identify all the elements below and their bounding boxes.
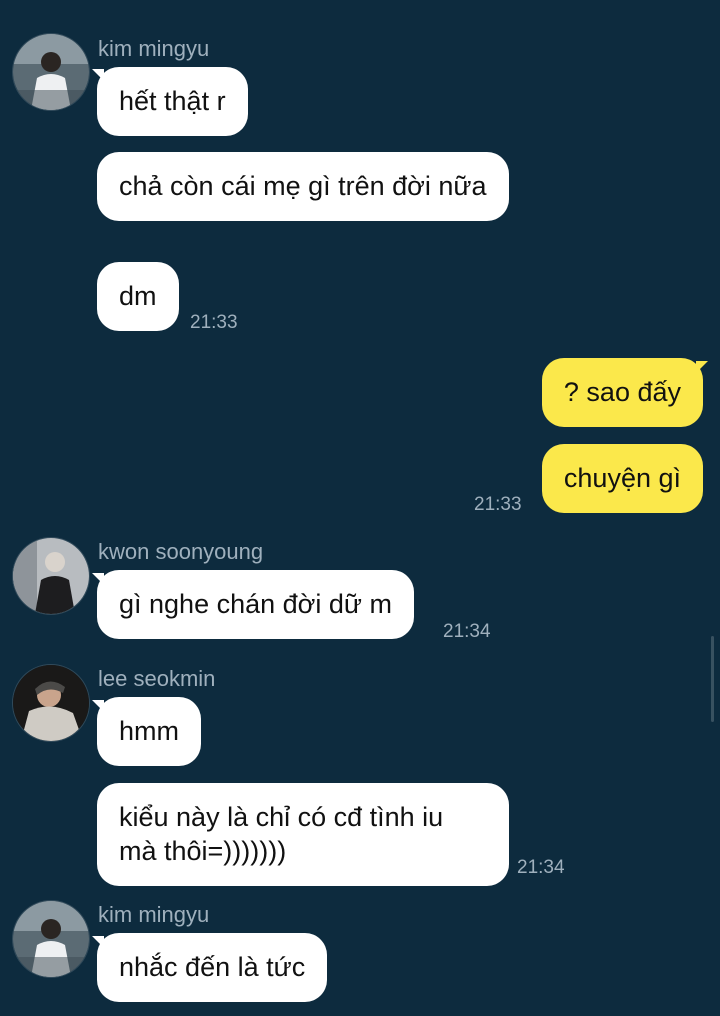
avatar-lee-seokmin[interactable]	[12, 664, 90, 742]
message-bubble[interactable]: hmm	[97, 697, 201, 766]
message-bubble[interactable]: chuyện gì	[541, 444, 703, 513]
chat-thread[interactable]: kim mingyu hết thật r chả còn cái mẹ gì …	[0, 0, 720, 1016]
message-timestamp: 21:33	[190, 312, 238, 333]
message-bubble[interactable]: nhắc đến là tức	[97, 933, 328, 1002]
message-bubble[interactable]: dm	[97, 262, 179, 331]
avatar-photo-icon	[13, 665, 89, 741]
avatar-photo-icon	[13, 34, 89, 110]
scrollbar[interactable]	[711, 636, 714, 722]
avatar-photo-icon	[13, 538, 89, 614]
avatar-kwon-soonyoung[interactable]	[12, 537, 90, 615]
message-bubble[interactable]: kiểu này là chỉ có cđ tình iu mà thôi=))…	[97, 783, 509, 886]
message-timestamp: 21:34	[443, 621, 491, 642]
message-bubble[interactable]: ? sao đấy	[541, 358, 703, 427]
message-timestamp: 21:34	[517, 857, 565, 878]
avatar-kim-mingyu[interactable]	[12, 33, 90, 111]
message-timestamp: 21:33	[474, 494, 522, 515]
message-bubble[interactable]: chả còn cái mẹ gì trên đời nữa	[97, 152, 509, 221]
message-bubble[interactable]: hết thật r	[97, 67, 248, 136]
avatar-kim-mingyu[interactable]	[12, 900, 90, 978]
sender-name: kim mingyu	[98, 902, 210, 927]
avatar-photo-icon	[13, 901, 89, 977]
sender-name: kwon soonyoung	[98, 539, 264, 564]
message-bubble[interactable]: gì nghe chán đời dữ m	[97, 570, 414, 639]
sender-name: kim mingyu	[98, 36, 210, 61]
sender-name: lee seokmin	[98, 666, 216, 691]
